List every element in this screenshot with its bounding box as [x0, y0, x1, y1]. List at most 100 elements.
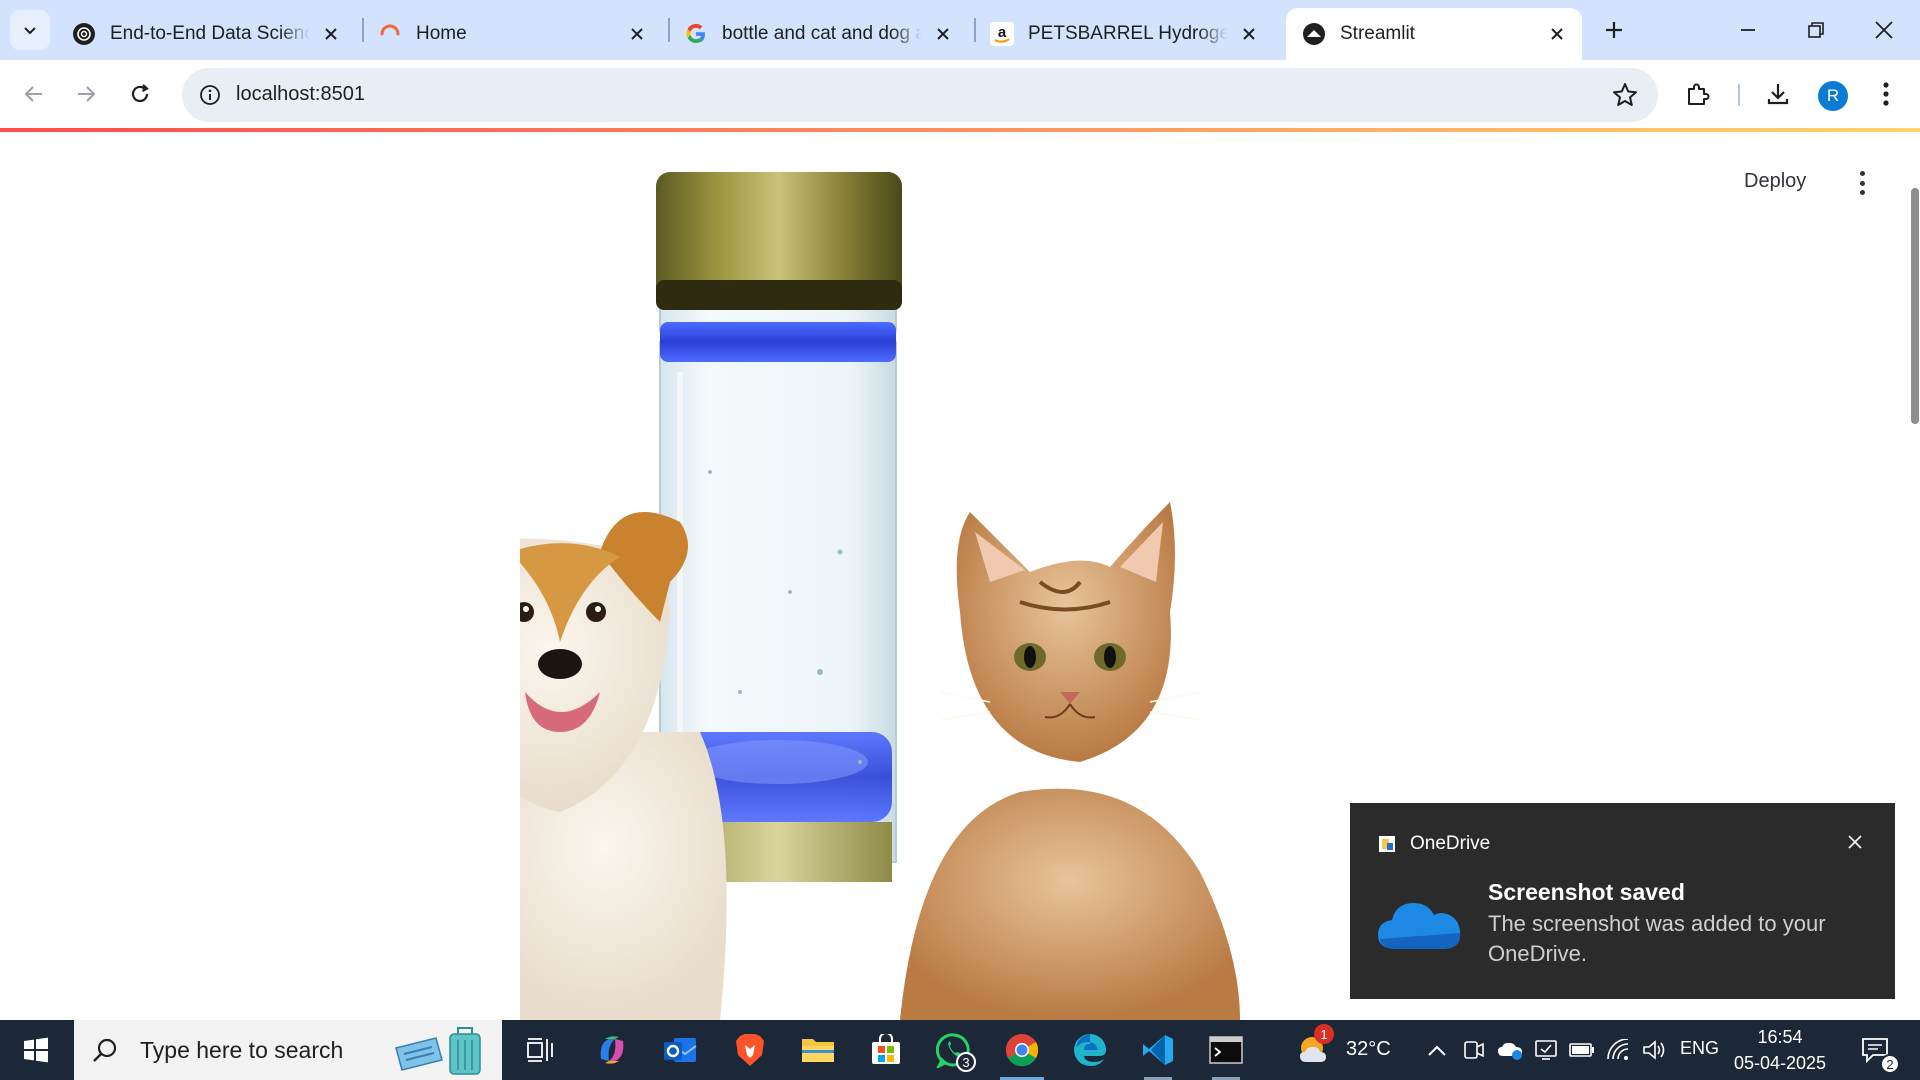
reload-icon — [131, 84, 149, 103]
input-language[interactable]: ENG — [1680, 1038, 1719, 1059]
search-placeholder: Type here to search — [140, 1036, 344, 1063]
back-button[interactable] — [12, 72, 56, 116]
onedrive-notification[interactable]: OneDrive Screenshot saved The screenshot… — [1350, 803, 1895, 999]
address-bar[interactable]: localhost:8501 — [182, 68, 1658, 122]
display-icon — [1535, 1040, 1557, 1060]
taskbar-brave[interactable] — [720, 1020, 780, 1080]
amazon-icon: a — [990, 22, 1014, 46]
google-icon — [684, 22, 708, 46]
browser-menu-button[interactable] — [1864, 72, 1908, 116]
close-icon — [1875, 21, 1893, 39]
restore-button[interactable] — [1782, 0, 1850, 60]
tab-search-button[interactable] — [10, 10, 50, 50]
network-tray[interactable] — [1600, 1020, 1636, 1080]
openai-icon — [72, 22, 96, 46]
taskbar-terminal[interactable] — [1196, 1020, 1256, 1080]
extensions-button[interactable] — [1676, 72, 1720, 116]
windows-taskbar: Type here to search 3 1 32°C ENG 16:54 0… — [0, 1020, 1920, 1080]
dot — [1859, 190, 1865, 195]
notification-body: The screenshot was added to your OneDriv… — [1488, 911, 1826, 966]
task-view-button[interactable] — [510, 1020, 570, 1080]
close-icon[interactable] — [626, 23, 648, 45]
minimize-icon — [1741, 29, 1755, 31]
battery-icon — [1569, 1043, 1594, 1057]
clock-time: 16:54 — [1757, 1027, 1803, 1047]
onedrive-tray-icon — [1498, 1042, 1522, 1060]
video-call-icon — [1464, 1041, 1484, 1059]
store-icon — [872, 1034, 900, 1064]
puzzle-icon — [1688, 83, 1710, 105]
taskbar-file-explorer[interactable] — [788, 1020, 848, 1080]
taskbar-edge[interactable] — [1060, 1020, 1120, 1080]
new-tab-button[interactable] — [1596, 12, 1632, 48]
chevron-down-icon — [24, 27, 36, 35]
taskbar-copilot[interactable] — [582, 1020, 642, 1080]
minimize-button[interactable] — [1714, 0, 1782, 60]
tab-title: Home — [416, 23, 467, 44]
notification-close-button[interactable] — [1842, 829, 1868, 855]
battery-tray[interactable] — [1564, 1020, 1600, 1080]
reload-button[interactable] — [118, 72, 162, 116]
downloads-button[interactable] — [1756, 72, 1800, 116]
weather-widget[interactable]: 1 32°C — [1296, 1020, 1416, 1080]
close-icon[interactable] — [320, 23, 342, 45]
search-icon — [93, 1038, 117, 1062]
profile-avatar[interactable]: R — [1818, 81, 1848, 111]
brave-icon — [736, 1034, 764, 1066]
terminal-icon — [1209, 1036, 1243, 1064]
taskbar-chrome[interactable] — [992, 1020, 1052, 1080]
taskbar-whatsapp[interactable]: 3 — [924, 1020, 984, 1080]
scrollbar-thumb[interactable] — [1911, 188, 1919, 424]
site-info-button[interactable] — [192, 77, 228, 113]
url-text: localhost:8501 — [236, 83, 365, 105]
dot — [1859, 180, 1865, 186]
tab-2[interactable]: bottle and cat and dog an — [668, 8, 968, 60]
close-window-button[interactable] — [1850, 0, 1918, 60]
tab-0[interactable]: End-to-End Data Science — [56, 8, 356, 60]
app-menu-button[interactable] — [1850, 168, 1874, 198]
restore-icon — [1808, 22, 1824, 38]
taskbar-vscode[interactable] — [1128, 1020, 1188, 1080]
streamlit-icon — [1302, 22, 1326, 46]
travel-suitcase-icon — [395, 1027, 481, 1075]
weather-alert-badge: 1 — [1314, 1024, 1334, 1044]
taskbar-microsoft-store[interactable] — [856, 1020, 916, 1080]
close-icon[interactable] — [1238, 23, 1260, 45]
tab-title: Streamlit — [1340, 23, 1415, 44]
browser-toolbar: localhost:8501 — [0, 60, 1920, 130]
speaker-icon — [1643, 1040, 1665, 1060]
copilot-icon — [600, 1036, 624, 1064]
tab-1[interactable]: Home — [362, 8, 662, 60]
edge-icon — [1074, 1034, 1106, 1066]
tab-strip: End-to-End Data Science Home bottle and … — [0, 0, 1920, 60]
clock[interactable]: 16:54 05-04-2025 — [1730, 1024, 1830, 1076]
start-button[interactable] — [6, 1020, 66, 1080]
temperature: 32°C — [1346, 1038, 1391, 1060]
onedrive-tray[interactable] — [1492, 1020, 1528, 1080]
onedrive-app-icon — [1379, 836, 1395, 852]
close-icon[interactable] — [932, 23, 954, 45]
tab-3[interactable]: a PETSBARREL Hydrogen W — [974, 8, 1274, 60]
chevron-up-icon — [1428, 1045, 1446, 1056]
vscode-icon — [1143, 1035, 1173, 1065]
action-center-button[interactable]: 2 — [1846, 1020, 1904, 1080]
outlook-icon — [664, 1038, 697, 1062]
more-vertical-icon — [1883, 82, 1889, 106]
taskbar-search[interactable]: Type here to search — [74, 1020, 502, 1080]
tab-title: PETSBARREL Hydrogen W — [1028, 23, 1228, 44]
download-icon — [1767, 84, 1789, 105]
bookmark-star-icon[interactable] — [1612, 82, 1638, 108]
windows-icon — [24, 1037, 48, 1063]
taskbar-outlook[interactable] — [650, 1020, 710, 1080]
arrow-right-icon — [78, 86, 96, 102]
close-icon[interactable] — [1546, 23, 1568, 45]
show-hidden-icons-button[interactable] — [1418, 1020, 1456, 1080]
deploy-button[interactable]: Deploy — [1744, 170, 1806, 193]
tab-4[interactable]: Streamlit — [1286, 8, 1582, 60]
forward-button[interactable] — [64, 72, 108, 116]
meet-now-tray[interactable] — [1456, 1020, 1492, 1080]
tab-title: bottle and cat and dog an — [722, 23, 922, 44]
volume-tray[interactable] — [1636, 1020, 1672, 1080]
display-tray[interactable] — [1528, 1020, 1564, 1080]
whatsapp-unread-badge: 3 — [956, 1052, 976, 1072]
